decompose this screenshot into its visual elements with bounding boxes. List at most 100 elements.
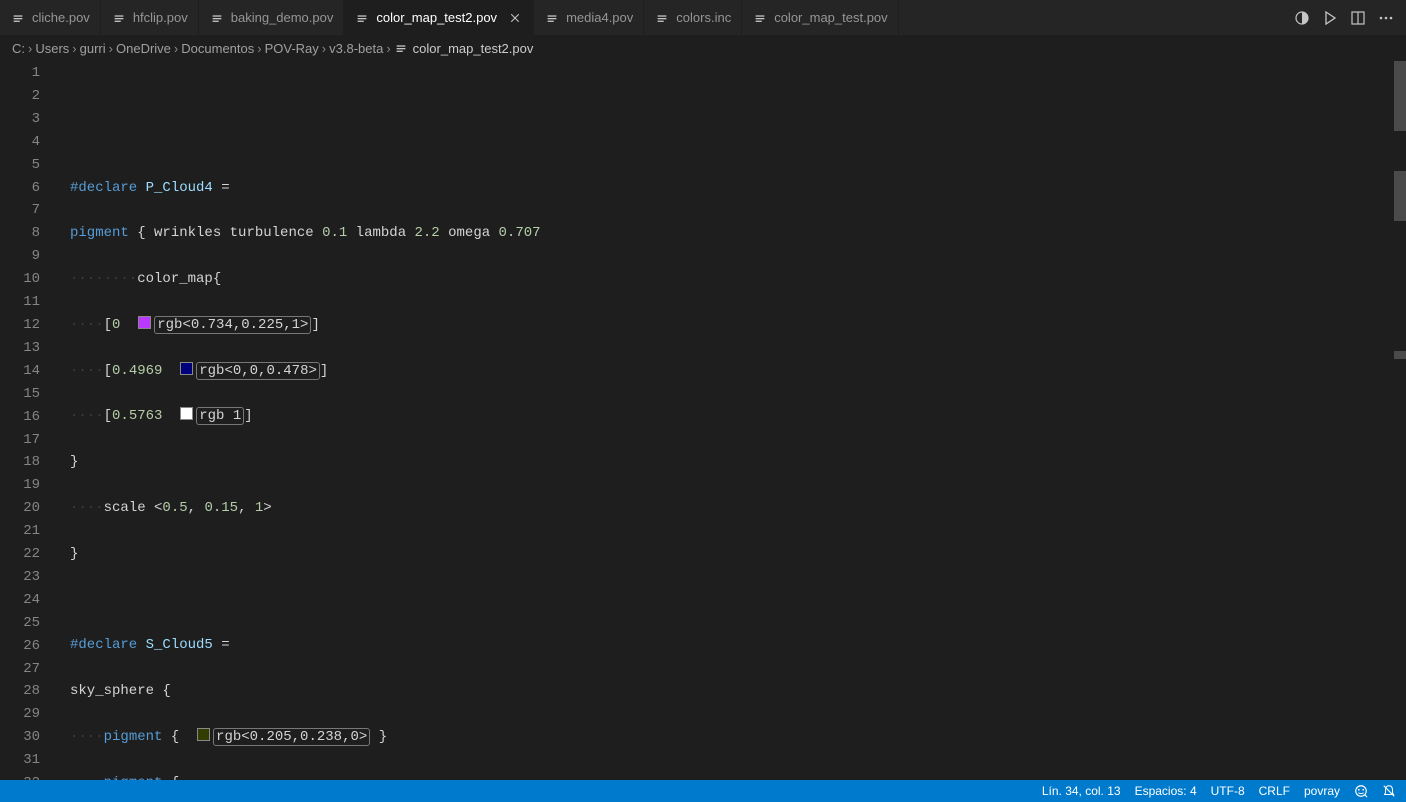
line-number: 9 — [0, 245, 40, 268]
text: wrinkles turbulence — [146, 225, 322, 241]
crumb-file[interactable]: color_map_test2.pov — [413, 41, 534, 56]
line-number: 19 — [0, 474, 40, 497]
minimap-viewport[interactable] — [1394, 61, 1406, 131]
line-number: 25 — [0, 612, 40, 635]
chevron-right-icon: › — [109, 41, 113, 56]
number: 2.2 — [415, 225, 440, 241]
tab-baking-demo[interactable]: baking_demo.pov — [199, 0, 345, 35]
rgb-value: rgb 1 — [196, 407, 244, 425]
line-number: 27 — [0, 658, 40, 681]
split-icon[interactable] — [1350, 10, 1366, 26]
minimap-mark — [1394, 351, 1406, 359]
status-bar: Lín. 34, col. 13 Espacios: 4 UTF-8 CRLF … — [0, 780, 1406, 802]
text: lambda — [347, 225, 414, 241]
color-swatch-icon[interactable] — [180, 362, 193, 375]
chevron-right-icon: › — [257, 41, 261, 56]
feedback-icon[interactable] — [1354, 784, 1368, 798]
text: = — [213, 637, 230, 653]
number: 0.15 — [204, 500, 238, 516]
line-number: 24 — [0, 589, 40, 612]
crumb[interactable]: Documentos — [181, 41, 254, 56]
tab-cliche[interactable]: cliche.pov — [0, 0, 101, 35]
close-icon[interactable] — [507, 10, 523, 26]
text: = — [213, 180, 230, 196]
line-number: 15 — [0, 383, 40, 406]
code-area[interactable]: #declare P_Cloud4 = pigment { wrinkles t… — [58, 61, 1394, 780]
line-number: 26 — [0, 635, 40, 658]
line-number: 7 — [0, 199, 40, 222]
line-number: 4 — [0, 131, 40, 154]
tab-actions — [1282, 0, 1406, 35]
text: omega — [440, 225, 499, 241]
gutter: 1 2 3 4 5 6 7 8 9 10 11 12 13 14 15 16 1… — [0, 61, 58, 780]
line-number: 23 — [0, 566, 40, 589]
status-eol[interactable]: CRLF — [1259, 784, 1290, 798]
tab-label: color_map_test2.pov — [376, 10, 497, 25]
tab-label: color_map_test.pov — [774, 10, 887, 25]
run-icon[interactable] — [1322, 10, 1338, 26]
line-number: 13 — [0, 337, 40, 360]
line-number: 18 — [0, 451, 40, 474]
color-swatch-icon[interactable] — [180, 407, 193, 420]
number: 0.5763 — [112, 408, 162, 424]
chevron-right-icon: › — [28, 41, 32, 56]
identifier: S_Cloud5 — [146, 637, 213, 653]
keyword: pigment — [104, 775, 163, 780]
tab-bar: cliche.pov hfclip.pov baking_demo.pov co… — [0, 0, 1406, 35]
status-spaces[interactable]: Espacios: 4 — [1135, 784, 1197, 798]
tab-label: colors.inc — [676, 10, 731, 25]
notifications-icon[interactable] — [1382, 784, 1396, 798]
color-swatch-icon[interactable] — [197, 728, 210, 741]
minimap-mark — [1394, 171, 1406, 221]
more-icon[interactable] — [1378, 10, 1394, 26]
line-number: 16 — [0, 406, 40, 429]
line-number: 22 — [0, 543, 40, 566]
keyword: #declare — [70, 637, 137, 653]
editor[interactable]: 1 2 3 4 5 6 7 8 9 10 11 12 13 14 15 16 1… — [0, 61, 1406, 780]
compare-icon[interactable] — [1294, 10, 1310, 26]
tab-label: hfclip.pov — [133, 10, 188, 25]
minimap[interactable] — [1394, 61, 1406, 780]
color-swatch-icon[interactable] — [138, 316, 151, 329]
line-number: 14 — [0, 360, 40, 383]
line-number: 32 — [0, 772, 40, 780]
keyword: #declare — [70, 180, 137, 196]
keyword: pigment — [70, 225, 129, 241]
file-icon — [544, 10, 560, 26]
line-number: 17 — [0, 429, 40, 452]
identifier: P_Cloud4 — [146, 180, 213, 196]
number: 0 — [112, 317, 120, 333]
file-icon — [752, 10, 768, 26]
number: 0.4969 — [112, 363, 162, 379]
tab-media4[interactable]: media4.pov — [534, 0, 644, 35]
line-number: 5 — [0, 154, 40, 177]
crumb[interactable]: POV-Ray — [265, 41, 319, 56]
line-number: 21 — [0, 520, 40, 543]
text: scale < — [104, 500, 163, 516]
chevron-right-icon: › — [174, 41, 178, 56]
tab-color-map-test2[interactable]: color_map_test2.pov — [344, 0, 534, 35]
file-icon — [10, 10, 26, 26]
number: 1 — [255, 500, 263, 516]
line-number: 30 — [0, 726, 40, 749]
status-encoding[interactable]: UTF-8 — [1211, 784, 1245, 798]
tab-label: cliche.pov — [32, 10, 90, 25]
file-icon — [394, 41, 408, 55]
tab-hfclip[interactable]: hfclip.pov — [101, 0, 199, 35]
rgb-value: rgb<0.734,0.225,1> — [154, 316, 311, 334]
tab-colors-inc[interactable]: colors.inc — [644, 0, 742, 35]
status-language[interactable]: povray — [1304, 784, 1340, 798]
crumb[interactable]: C: — [12, 41, 25, 56]
chevron-right-icon: › — [72, 41, 76, 56]
rgb-value: rgb<0.205,0.238,0> — [213, 728, 370, 746]
number: 0.1 — [322, 225, 347, 241]
tab-color-map-test[interactable]: color_map_test.pov — [742, 0, 898, 35]
crumb[interactable]: v3.8-beta — [329, 41, 383, 56]
line-number: 20 — [0, 497, 40, 520]
crumb[interactable]: gurri — [80, 41, 106, 56]
file-icon — [209, 10, 225, 26]
line-number: 12 — [0, 314, 40, 337]
crumb[interactable]: OneDrive — [116, 41, 171, 56]
crumb[interactable]: Users — [35, 41, 69, 56]
status-cursor[interactable]: Lín. 34, col. 13 — [1042, 784, 1121, 798]
